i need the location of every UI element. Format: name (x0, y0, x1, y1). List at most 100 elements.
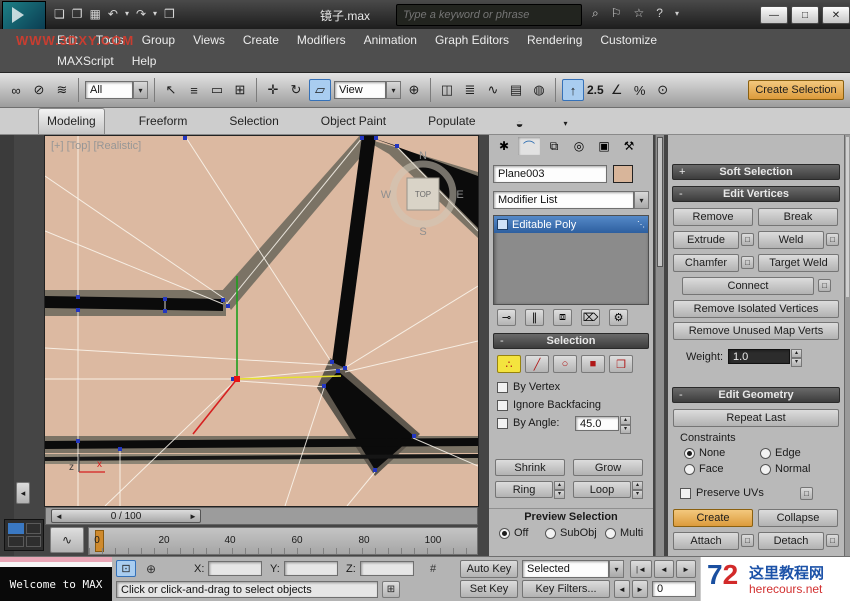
object-color-swatch[interactable] (613, 165, 633, 183)
ribbon-config-dropdown-icon[interactable]: ▾ (556, 112, 576, 134)
weight-value-field[interactable]: 1.0 (728, 349, 790, 364)
selected-vertex[interactable] (234, 376, 240, 382)
edit-geometry-rollout-header[interactable]: - Edit Geometry (672, 387, 840, 403)
open-file-icon[interactable]: ❐ (72, 5, 83, 23)
select-and-link-icon[interactable]: ∞ (6, 80, 26, 100)
time-slider-handle[interactable]: ◄ 0 / 100 ► (51, 509, 201, 523)
window-crossing-icon[interactable]: ⊞ (230, 80, 250, 100)
chevron-down-icon[interactable]: ▾ (634, 191, 649, 209)
motion-tab-icon[interactable]: ◎ (568, 137, 590, 155)
viewport-label[interactable]: [+] [Top] [Realistic] (51, 140, 141, 152)
current-frame-field[interactable]: 0 (652, 581, 696, 597)
menu-customize[interactable]: Customize (591, 30, 666, 50)
max-logo[interactable] (2, 1, 46, 30)
ribbon-tab-freeform[interactable]: Freeform (131, 109, 196, 134)
edit-vertices-rollout-header[interactable]: - Edit Vertices (672, 186, 840, 202)
redo-dropdown-icon[interactable]: ▾ (153, 5, 157, 23)
viewport-canvas[interactable]: z x TOP N W E S (45, 136, 478, 506)
maxscript-mini-listener[interactable]: Welcome to MAX (0, 557, 112, 601)
stack-item-editable-poly[interactable]: Editable Poly ⋱ (494, 216, 648, 233)
curve-editor-icon[interactable]: ∿ (483, 80, 503, 100)
x-coordinate-field[interactable] (208, 561, 262, 576)
preserve-uvs-checkbox[interactable] (680, 488, 691, 499)
menu-modifiers[interactable]: Modifiers (288, 30, 355, 50)
hierarchy-tab-icon[interactable]: ⧉ (543, 137, 565, 155)
unlink-selection-icon[interactable]: ⊘ (29, 80, 49, 100)
detach-button[interactable]: Detach (758, 532, 824, 550)
key-filters-button[interactable]: Key Filters... (522, 580, 610, 598)
selection-set-dropdown[interactable]: Selected ▾ (522, 560, 624, 578)
set-key-button[interactable]: Set Key (460, 580, 518, 598)
spinner-snap-icon[interactable]: ⊙ (653, 80, 673, 100)
flag-icon[interactable]: ⚐ (611, 6, 622, 21)
select-object-icon[interactable]: ↖ (161, 80, 181, 100)
edit-panel-scrollbar[interactable] (844, 135, 850, 556)
constraint-face-radio[interactable] (684, 464, 695, 475)
collapse-button[interactable]: Collapse (758, 509, 838, 527)
chevron-down-icon[interactable]: ▾ (609, 560, 624, 578)
constraint-none-radio[interactable] (684, 448, 695, 459)
display-tab-icon[interactable]: ▣ (593, 137, 615, 155)
by-angle-value-field[interactable]: 45.0 (575, 416, 619, 431)
show-end-result-icon[interactable]: ∥ (525, 309, 544, 326)
configure-modifier-sets-icon[interactable]: ⚙ (609, 309, 628, 326)
loop-spinner[interactable]: ▴▾ (632, 481, 643, 499)
undo-dropdown-icon[interactable]: ▾ (125, 5, 129, 23)
bind-to-spacewarp-icon[interactable]: ≋ (52, 80, 72, 100)
grid-toggle-icon[interactable]: # (424, 561, 442, 577)
attach-button[interactable]: Attach (673, 532, 739, 550)
create-selection-button[interactable]: Create Selection (748, 80, 844, 100)
create-tab-icon[interactable]: ✱ (493, 137, 515, 155)
select-and-move-icon[interactable]: ✛ (263, 80, 283, 100)
menu-maxscript[interactable]: MAXScript (48, 51, 123, 71)
attach-settings-button[interactable]: □ (741, 534, 754, 547)
mini-curve-editor-button[interactable]: ∿ (50, 527, 84, 553)
menu-group[interactable]: Group (133, 30, 184, 50)
make-unique-icon[interactable]: ⧈ (553, 309, 572, 326)
menu-views[interactable]: Views (184, 30, 234, 50)
z-coordinate-field[interactable] (360, 561, 414, 576)
favorites-star-icon[interactable]: ☆ (634, 6, 645, 21)
play-button[interactable]: ► (676, 560, 696, 578)
undo-icon[interactable]: ↶ (108, 5, 118, 23)
active-viewport-cell[interactable] (8, 523, 24, 534)
reference-coordinate-dropdown[interactable]: View ▾ (334, 81, 401, 99)
viewport[interactable]: z x TOP N W E S [+] [Top] [Realistic] (45, 136, 478, 506)
ribbon-tab-selection[interactable]: Selection (221, 109, 286, 134)
schematic-view-icon[interactable]: ▤ (506, 80, 526, 100)
grow-button[interactable]: Grow (573, 459, 643, 476)
preview-off-radio[interactable] (499, 528, 510, 539)
compass-east[interactable]: E (456, 189, 463, 201)
break-button[interactable]: Break (758, 208, 838, 226)
ring-button[interactable]: Ring (495, 481, 553, 498)
preview-multi-radio[interactable] (605, 528, 616, 539)
by-angle-checkbox[interactable] (497, 418, 508, 429)
ignore-backfacing-checkbox[interactable] (497, 400, 508, 411)
connect-button[interactable]: Connect (682, 277, 814, 295)
loop-button[interactable]: Loop (573, 481, 631, 498)
previous-frame-button[interactable]: ◄ (654, 560, 674, 578)
remove-modifier-icon[interactable]: ⌦ (581, 309, 600, 326)
compass-north[interactable]: N (419, 150, 427, 162)
soft-selection-rollout-header[interactable]: + Soft Selection (672, 164, 840, 180)
percent-snap-icon[interactable]: % (630, 80, 650, 100)
search-icon[interactable]: ⌕ (592, 6, 599, 21)
remove-isolated-vertices-button[interactable]: Remove Isolated Vertices (673, 300, 839, 318)
preserve-uvs-settings-button[interactable]: □ (800, 487, 813, 500)
render-setup-icon[interactable]: ◍ (529, 80, 549, 100)
connect-settings-button[interactable]: □ (818, 279, 831, 292)
remove-unused-map-verts-button[interactable]: Remove Unused Map Verts (673, 322, 839, 340)
remove-button[interactable]: Remove (673, 208, 753, 226)
y-coordinate-field[interactable] (284, 561, 338, 576)
ribbon-tab-object-paint[interactable]: Object Paint (313, 109, 394, 134)
element-subobject-icon[interactable]: ❒ (609, 355, 633, 373)
maximize-button[interactable]: □ (791, 6, 819, 24)
select-and-rotate-icon[interactable]: ↻ (286, 80, 306, 100)
detach-settings-button[interactable]: □ (826, 534, 839, 547)
weld-settings-button[interactable]: □ (826, 233, 839, 246)
preview-subobj-radio[interactable] (545, 528, 556, 539)
modify-tab-icon[interactable]: ⌒ (518, 137, 540, 155)
menu-graph-editors[interactable]: Graph Editors (426, 30, 518, 50)
go-to-start-button[interactable]: |◄ (630, 560, 652, 578)
select-and-scale-icon[interactable]: ▱ (309, 79, 331, 101)
